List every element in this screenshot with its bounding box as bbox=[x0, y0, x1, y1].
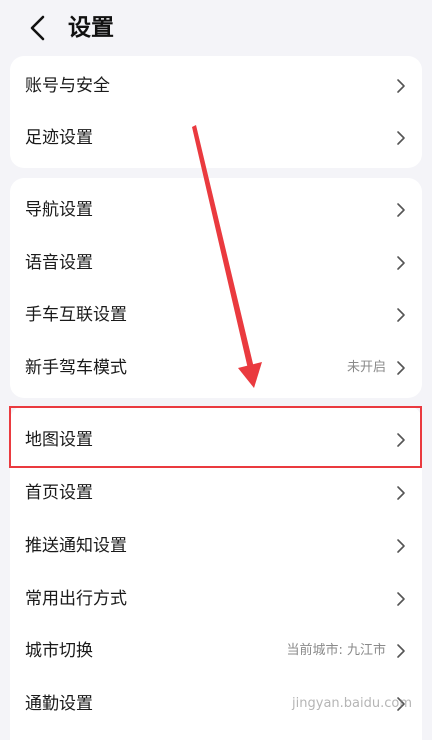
row-label: 常用出行方式 bbox=[25, 589, 127, 609]
row-label: 城市切换 bbox=[25, 641, 93, 661]
row-account-security[interactable]: 账号与安全 bbox=[10, 60, 422, 112]
row-label: 推送通知设置 bbox=[25, 536, 127, 556]
chevron-left-icon bbox=[30, 15, 45, 41]
row-label: 账号与安全 bbox=[25, 76, 110, 96]
back-button[interactable] bbox=[22, 12, 54, 44]
header-bar: 设置 bbox=[0, 0, 432, 56]
chevron-right-icon bbox=[397, 256, 405, 270]
chevron-right-icon bbox=[397, 486, 405, 500]
row-novice-driving-mode[interactable]: 新手驾车模式 未开启 bbox=[10, 342, 422, 394]
chevron-right-icon bbox=[397, 308, 405, 322]
chevron-right-icon bbox=[397, 433, 405, 447]
chevron-right-icon bbox=[397, 203, 405, 217]
row-label: 足迹设置 bbox=[25, 128, 93, 148]
row-label: 导航设置 bbox=[25, 200, 93, 220]
row-voice-settings[interactable]: 语音设置 bbox=[10, 237, 422, 289]
row-home-settings[interactable]: 首页设置 bbox=[10, 467, 422, 519]
chevron-right-icon bbox=[397, 131, 405, 145]
row-label: 首页设置 bbox=[25, 483, 93, 503]
row-travel-mode[interactable]: 常用出行方式 bbox=[10, 573, 422, 625]
row-car-connect-settings[interactable]: 手车互联设置 bbox=[10, 289, 422, 341]
row-value: 未开启 bbox=[346, 360, 386, 375]
row-footprint-settings[interactable]: 足迹设置 bbox=[10, 112, 422, 164]
row-label: 新手驾车模式 bbox=[25, 358, 127, 378]
row-value: 当前城市: 九江市 bbox=[286, 643, 386, 658]
settings-group-navigation: 导航设置 语音设置 手车互联设置 新手驾车模式 未开启 bbox=[10, 178, 422, 398]
settings-group-account: 账号与安全 足迹设置 bbox=[10, 56, 422, 168]
row-city-switch[interactable]: 城市切换 当前城市: 九江市 bbox=[10, 625, 422, 677]
settings-group-general: 地图设置 首页设置 推送通知设置 常用出行方式 城市切换 当前城市: 九江市 通… bbox=[10, 406, 422, 740]
row-map-settings[interactable]: 地图设置 bbox=[10, 414, 422, 466]
row-label: 通勤设置 bbox=[25, 694, 93, 714]
chevron-right-icon bbox=[397, 361, 405, 375]
page-title: 设置 bbox=[68, 15, 114, 41]
row-label: 语音设置 bbox=[25, 253, 93, 273]
row-push-notification-settings[interactable]: 推送通知设置 bbox=[10, 520, 422, 572]
row-commute-settings[interactable]: 通勤设置 bbox=[10, 678, 422, 730]
row-label: 手车互联设置 bbox=[25, 305, 127, 325]
chevron-right-icon bbox=[397, 592, 405, 606]
chevron-right-icon bbox=[397, 539, 405, 553]
row-label: 地图设置 bbox=[25, 430, 93, 450]
chevron-right-icon bbox=[397, 79, 405, 93]
chevron-right-icon bbox=[397, 697, 405, 711]
chevron-right-icon bbox=[397, 644, 405, 658]
row-navigation-settings[interactable]: 导航设置 bbox=[10, 184, 422, 236]
